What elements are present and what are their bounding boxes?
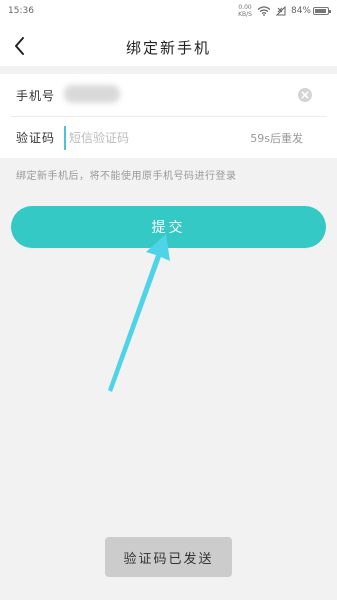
signal-off-icon: [275, 6, 286, 16]
resend-countdown[interactable]: 59s后重发: [250, 130, 303, 146]
toast: 验证码已发送: [105, 537, 232, 577]
phone-row: 手机号: [0, 74, 337, 116]
status-bar: 15:36 0.00 KB/S 84%: [0, 0, 337, 26]
phone-value-redacted[interactable]: [64, 85, 120, 103]
battery-icon: [313, 7, 331, 15]
code-row: 验证码 59s后重发: [0, 116, 337, 158]
network-speed-unit: KB/S: [238, 11, 252, 18]
status-time: 15:36: [8, 6, 34, 16]
nav-bar: 绑定新手机: [0, 26, 337, 66]
notice-text: 绑定新手机后，将不能使用原手机号码进行登录: [16, 171, 237, 182]
submit-button[interactable]: 提交: [11, 206, 326, 248]
form-card: 手机号 验证码 59s后重发: [0, 74, 337, 158]
battery-percent: 84%: [290, 6, 311, 16]
battery-status: 84%: [290, 6, 331, 16]
phone-label: 手机号: [16, 89, 56, 103]
network-speed: 0.00 KB/S: [238, 4, 252, 18]
page-title: 绑定新手机: [125, 39, 211, 57]
wifi-icon: [257, 6, 271, 16]
code-label: 验证码: [16, 131, 56, 145]
clear-circle-icon[interactable]: [297, 87, 313, 103]
network-speed-value: 0.00: [238, 4, 252, 11]
code-input[interactable]: [64, 126, 221, 150]
status-indicators: 0.00 KB/S 84%: [238, 4, 331, 18]
